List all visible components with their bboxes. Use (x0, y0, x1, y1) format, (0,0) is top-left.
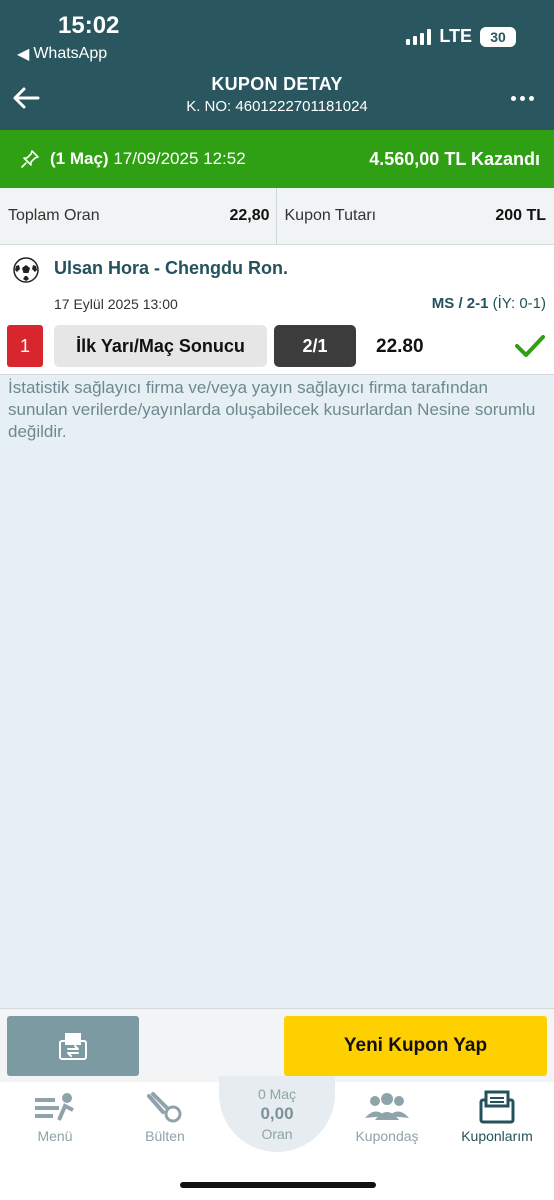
tab-bulletin-label: Bülten (145, 1128, 185, 1144)
result-info: (1 Maç) 17/09/2025 12:52 (50, 149, 246, 169)
coupon-amount-label: Kupon Tutarı (284, 207, 377, 224)
network-label: LTE (439, 26, 472, 46)
full-time-score: MS / 2-1 (431, 295, 489, 312)
result-datetime: 17/09/2025 12:52 (113, 149, 246, 168)
page-title: KUPON DETAY (211, 74, 343, 94)
signal-icon (406, 28, 432, 45)
coupon-slip-button[interactable]: 0 Maç 0,00 Oran (219, 1076, 335, 1152)
result-bar: (1 Maç) 17/09/2025 12:52 4.560,00 TL Kaz… (0, 130, 554, 188)
tab-my-coupons-label: Kuponlarım (461, 1128, 533, 1144)
coupon-summary: Toplam Oran 22,80 Kupon Tutarı 200 TL (0, 188, 554, 245)
bet-type-label: İlk Yarı/Maç Sonucu (54, 325, 267, 367)
soccer-ball-icon (13, 257, 39, 283)
status-time: 15:02 (58, 12, 120, 39)
total-odds: Toplam Oran 22,80 (0, 188, 277, 244)
row-number-badge: 1 (7, 325, 43, 367)
more-options-icon[interactable] (511, 96, 534, 101)
coupon-amount-value: 200 TL (495, 207, 546, 224)
my-coupons-icon (479, 1090, 515, 1124)
total-odds-value: 22,80 (229, 207, 270, 224)
back-to-app-link[interactable]: ◀ WhatsApp (17, 44, 107, 64)
bet-odd-value: 22.80 (376, 336, 424, 357)
tab-kupondas[interactable]: Kupondaş (332, 1090, 442, 1144)
bottom-tab-bar: Menü Bülten 0 Maç 0,00 Oran Kupondaş Kup… (0, 1076, 554, 1200)
half-time-score: (İY: 0-1) (492, 295, 546, 312)
disclaimer-text: İstatistik sağlayıcı firma ve/veya yayın… (8, 378, 536, 441)
slip-odds-value: 0,00 (260, 1104, 294, 1123)
match-score: MS / 2-1 (İY: 0-1) (432, 295, 546, 312)
pin-icon[interactable] (20, 149, 40, 169)
home-indicator[interactable] (180, 1182, 376, 1188)
total-odds-label: Toplam Oran (8, 207, 100, 224)
slip-odds-label: Oran (261, 1126, 293, 1142)
bulletin-icon (147, 1092, 182, 1123)
tab-menu-label: Menü (37, 1128, 73, 1144)
action-bar: Yeni Kupon Yap (0, 1008, 554, 1082)
slip-match-count: 0 Maç (257, 1086, 297, 1102)
back-app-label: WhatsApp (33, 45, 108, 62)
new-coupon-button[interactable]: Yeni Kupon Yap (284, 1016, 547, 1076)
coupon-number: K. NO: 4601222701181024 (186, 98, 368, 115)
tab-bulletin[interactable]: Bülten (110, 1090, 220, 1144)
tab-menu[interactable]: Menü (0, 1090, 110, 1144)
status-indicators: LTE 30 (406, 26, 516, 47)
check-icon (515, 335, 545, 357)
match-teams: Ulsan Hora - Chengdu Ron. (54, 258, 288, 278)
match-date: 17 Eylül 2025 13:00 (54, 296, 178, 312)
group-users-icon (365, 1093, 409, 1120)
header: 15:02 ◀ WhatsApp LTE 30 KUPON DETAY K. N… (0, 0, 554, 130)
battery-icon: 30 (480, 26, 516, 47)
menu-icon (35, 1093, 74, 1121)
match-card[interactable]: Ulsan Hora - Chengdu Ron. 17 Eylül 2025 … (0, 245, 554, 375)
back-triangle-icon: ◀ (17, 46, 30, 63)
share-coupon-button[interactable] (7, 1016, 139, 1076)
coupon-share-icon (59, 1033, 87, 1060)
tab-my-coupons[interactable]: Kuponlarım (442, 1090, 552, 1144)
match-count: (1 Maç) (50, 149, 109, 168)
bet-pick-badge: 2/1 (274, 325, 356, 367)
header-title-block: KUPON DETAY K. NO: 4601222701181024 (0, 74, 554, 115)
tab-kupondas-label: Kupondaş (355, 1128, 419, 1144)
coupon-amount: Kupon Tutarı 200 TL (277, 188, 554, 244)
won-amount: 4.560,00 TL Kazandı (369, 148, 540, 169)
